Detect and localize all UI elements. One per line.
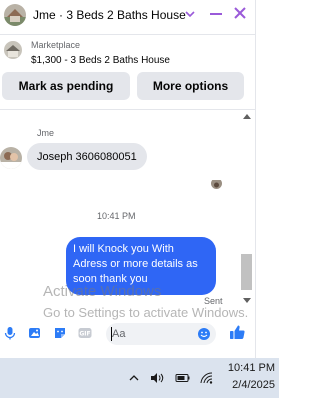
microphone-icon[interactable] bbox=[3, 326, 17, 340]
emoji-icon[interactable] bbox=[197, 327, 211, 341]
activate-windows-watermark: Activate Windows bbox=[43, 283, 162, 300]
close-icon[interactable] bbox=[232, 5, 248, 21]
windows-taskbar: 10:41 PM 2/4/2025 bbox=[0, 358, 279, 398]
wifi-icon[interactable] bbox=[200, 372, 214, 384]
photo-icon[interactable] bbox=[28, 326, 42, 340]
marketplace-label: Marketplace bbox=[31, 40, 81, 50]
chevron-down-icon[interactable] bbox=[184, 8, 196, 20]
listing-title[interactable]: $1,300 - 3 Beds 2 Baths House bbox=[31, 55, 170, 66]
chat-title: Jme · 3 Beds 2 Baths House bbox=[33, 8, 186, 22]
scroll-up-arrow-icon[interactable] bbox=[243, 114, 251, 119]
incoming-message-bubble[interactable]: Joseph 3606080051 bbox=[27, 143, 147, 170]
more-options-button[interactable]: More options bbox=[137, 72, 244, 100]
svg-text:GIF: GIF bbox=[79, 331, 90, 338]
battery-icon[interactable] bbox=[175, 372, 191, 384]
background-window-edge bbox=[255, 0, 279, 358]
header-divider bbox=[0, 34, 255, 35]
scroll-down-arrow-icon[interactable] bbox=[243, 298, 251, 303]
taskbar-date[interactable]: 2/4/2025 bbox=[232, 379, 275, 391]
scrollbar-thumb[interactable] bbox=[241, 254, 252, 290]
taskbar-time[interactable]: 10:41 PM bbox=[228, 362, 275, 374]
sender-name: Jme bbox=[37, 128, 55, 138]
minimize-icon[interactable] bbox=[210, 13, 222, 15]
chat-header[interactable]: Jme · 3 Beds 2 Baths House bbox=[0, 0, 255, 30]
chevron-up-icon[interactable] bbox=[128, 372, 140, 384]
mark-as-pending-button[interactable]: Mark as pending bbox=[2, 72, 130, 100]
message-input[interactable] bbox=[112, 325, 192, 343]
listing-thumbnail[interactable] bbox=[4, 41, 22, 59]
message-input-container[interactable] bbox=[106, 323, 216, 345]
seen-indicator-avatar bbox=[211, 178, 222, 189]
listing-divider bbox=[0, 109, 255, 110]
sender-avatar[interactable] bbox=[0, 147, 22, 169]
thumbs-up-icon[interactable] bbox=[229, 324, 246, 341]
message-composer: GIF bbox=[0, 318, 279, 350]
volume-icon[interactable] bbox=[150, 372, 166, 384]
message-timestamp: 10:41 PM bbox=[97, 211, 136, 221]
contact-avatar[interactable] bbox=[4, 4, 26, 26]
gif-icon[interactable]: GIF bbox=[78, 326, 92, 340]
sticker-icon[interactable] bbox=[53, 326, 67, 340]
